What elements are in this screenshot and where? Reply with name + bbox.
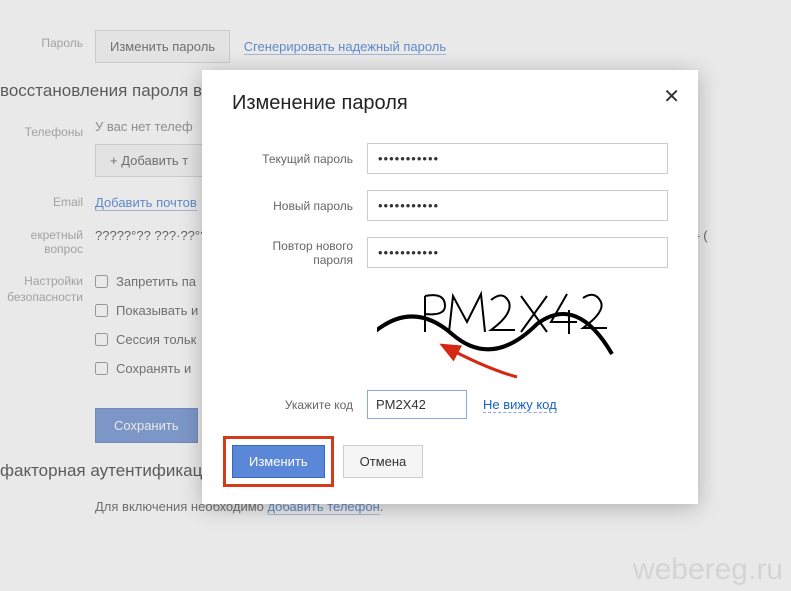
captcha-image [377, 284, 668, 374]
add-email-link[interactable]: Добавить почтов [95, 195, 197, 211]
current-password-input[interactable] [367, 143, 668, 174]
submit-button[interactable]: Изменить [232, 445, 325, 478]
add-phone-button[interactable]: + Добавить т [95, 144, 203, 177]
save-button[interactable]: Сохранить [95, 408, 198, 443]
current-password-label: Текущий пароль [232, 152, 367, 166]
new-password-label: Новый пароль [232, 199, 367, 213]
repeat-password-input[interactable] [367, 237, 668, 268]
close-icon[interactable]: ✕ [663, 84, 680, 109]
repeat-password-label: Повтор нового пароля [232, 239, 367, 267]
captcha-code-input[interactable] [367, 390, 467, 419]
checkbox-forbid-pa[interactable] [95, 275, 108, 288]
cancel-button[interactable]: Отмена [343, 445, 424, 478]
generate-password-link[interactable]: Сгенерировать надежный пароль [244, 39, 446, 55]
change-password-modal: ✕ Изменение пароля Текущий пароль Новый … [202, 70, 698, 504]
security-settings-label: Настройки безопасности [0, 274, 95, 305]
modal-title: Изменение пароля [232, 92, 668, 115]
cant-see-code-link[interactable]: Не вижу код [483, 397, 557, 413]
change-password-button[interactable]: Изменить пароль [95, 30, 230, 63]
checkbox-label: Сохранять и [116, 361, 191, 376]
secret-question-label: екретный вопрос [0, 228, 95, 256]
email-label: Email [0, 195, 95, 209]
checkbox-save-and[interactable] [95, 362, 108, 375]
checkbox-show-i[interactable] [95, 304, 108, 317]
password-label: Пароль [0, 30, 95, 50]
watermark: webereg.ru [633, 553, 783, 587]
code-label: Укажите код [232, 398, 367, 412]
checkbox-label: Показывать и [116, 303, 198, 318]
checkbox-session-only[interactable] [95, 333, 108, 346]
new-password-input[interactable] [367, 190, 668, 221]
phones-label: Телефоны [0, 119, 95, 139]
checkbox-label: Сессия тольк [116, 332, 196, 347]
checkbox-label: Запретить па [116, 274, 196, 289]
arrow-icon [432, 339, 522, 379]
